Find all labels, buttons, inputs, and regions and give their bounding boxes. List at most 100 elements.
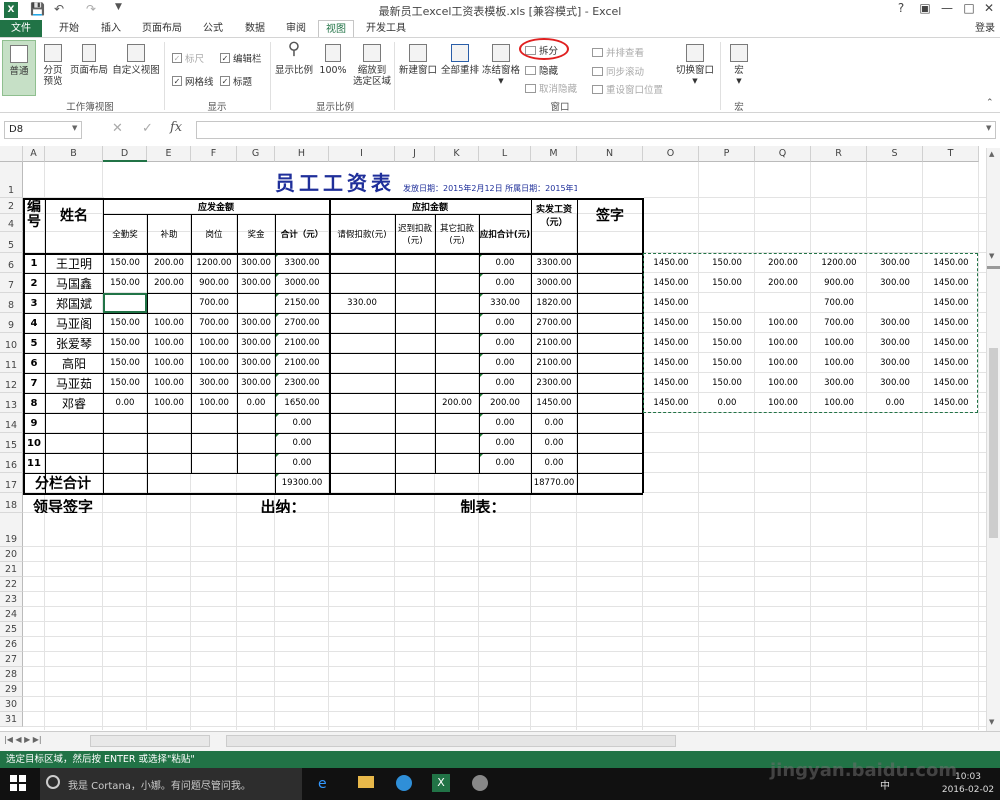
row-header-12[interactable]: 12 <box>0 373 23 393</box>
macros-button[interactable]: 宏 ▼ <box>726 44 752 87</box>
zoom-100-button[interactable]: 100% <box>318 44 348 76</box>
enter-icon[interactable]: ✓ <box>142 121 153 136</box>
select-all-corner[interactable] <box>0 146 23 162</box>
page-break-button[interactable]: 分页 预览 <box>40 44 66 87</box>
amount-cell[interactable] <box>395 453 435 473</box>
row-header-20[interactable]: 20 <box>0 547 23 562</box>
amount-cell[interactable] <box>435 253 479 273</box>
split-bar[interactable] <box>987 266 1000 269</box>
amount-cell[interactable] <box>435 293 479 313</box>
amount-cell[interactable] <box>237 293 275 313</box>
column-header-T[interactable]: T <box>923 146 979 162</box>
tab-view[interactable]: 视图 <box>318 20 354 38</box>
amount-cell[interactable]: 700.00 <box>191 313 237 333</box>
amount-cell[interactable] <box>237 453 275 473</box>
zoom-button[interactable]: ⚲ 显示比例 <box>274 41 314 77</box>
row-header-17[interactable]: 17 <box>0 473 23 493</box>
row-header-1[interactable]: 1 <box>0 162 23 198</box>
employee-name-cell[interactable]: 张爱琴 <box>45 333 103 353</box>
amount-cell[interactable] <box>147 453 191 473</box>
amount-cell[interactable]: 0.00 <box>479 433 531 453</box>
row-number-cell[interactable]: 9 <box>23 413 45 433</box>
row-number-cell[interactable]: 2 <box>23 273 45 293</box>
row-header-22[interactable]: 22 <box>0 577 23 592</box>
amount-cell[interactable]: 0.00 <box>237 393 275 413</box>
headings-checkbox[interactable]: ✓ 标题 <box>220 74 252 88</box>
amount-cell[interactable] <box>395 253 435 273</box>
employee-name-cell[interactable]: 马亚阁 <box>45 313 103 333</box>
amount-cell[interactable]: 3300.00 <box>531 253 577 273</box>
amount-cell[interactable] <box>147 413 191 433</box>
amount-cell[interactable]: 150.00 <box>103 353 147 373</box>
sheet-tabs[interactable] <box>90 735 210 747</box>
amount-cell[interactable]: 0.00 <box>275 433 329 453</box>
row-header-14[interactable]: 14 <box>0 413 23 433</box>
first-sheet-icon[interactable]: |◀ ◀ ▶ ▶| <box>4 735 42 744</box>
amount-cell[interactable] <box>435 313 479 333</box>
row-number-cell[interactable]: 6 <box>23 353 45 373</box>
amount-cell[interactable] <box>329 273 395 293</box>
row-header-27[interactable]: 27 <box>0 652 23 667</box>
row-number-cell[interactable]: 5 <box>23 333 45 353</box>
amount-cell[interactable] <box>329 393 395 413</box>
column-header-S[interactable]: S <box>867 146 923 162</box>
row-header-15[interactable]: 15 <box>0 433 23 453</box>
amount-cell[interactable] <box>237 433 275 453</box>
help-button[interactable]: ? <box>888 1 914 19</box>
windows-start-icon[interactable] <box>10 775 26 791</box>
amount-cell[interactable]: 0.00 <box>479 373 531 393</box>
column-header-I[interactable]: I <box>329 146 395 162</box>
amount-cell[interactable]: 100.00 <box>147 333 191 353</box>
amount-cell[interactable] <box>395 313 435 333</box>
amount-cell[interactable]: 100.00 <box>191 333 237 353</box>
arrange-all-button[interactable]: 全部重排 <box>440 44 480 76</box>
browser-icon[interactable] <box>396 775 412 791</box>
amount-cell[interactable]: 150.00 <box>103 333 147 353</box>
vertical-scrollbar[interactable]: ▲ ▼ ▼ <box>986 148 1000 732</box>
amount-cell[interactable] <box>191 413 237 433</box>
zoom-to-selection-button[interactable]: 缩放到 选定区域 <box>352 44 392 87</box>
name-box-dropdown-icon[interactable]: ▼ <box>72 124 77 132</box>
tab-formulas[interactable]: 公式 <box>194 20 232 38</box>
amount-cell[interactable]: 300.00 <box>237 353 275 373</box>
row-number-cell[interactable]: 11 <box>23 453 45 473</box>
row-number-cell[interactable]: 3 <box>23 293 45 313</box>
collapse-ribbon-icon[interactable]: ⌃ <box>986 98 994 108</box>
row-header-26[interactable]: 26 <box>0 637 23 652</box>
amount-cell[interactable]: 200.00 <box>147 253 191 273</box>
amount-cell[interactable]: 100.00 <box>147 393 191 413</box>
amount-cell[interactable]: 2100.00 <box>275 333 329 353</box>
amount-cell[interactable] <box>435 273 479 293</box>
column-header-J[interactable]: J <box>395 146 435 162</box>
employee-name-cell[interactable]: 马国鑫 <box>45 273 103 293</box>
amount-cell[interactable]: 330.00 <box>329 293 395 313</box>
amount-cell[interactable]: 200.00 <box>435 393 479 413</box>
row-header-8[interactable]: 8 <box>0 293 23 313</box>
row-header-6[interactable]: 6 <box>0 253 23 273</box>
tab-page-layout[interactable]: 页面布局 <box>136 20 188 38</box>
amount-cell[interactable]: 1820.00 <box>531 293 577 313</box>
amount-cell[interactable] <box>435 433 479 453</box>
side-by-side-button[interactable]: 并排查看 <box>592 45 644 59</box>
amount-cell[interactable]: 3000.00 <box>275 273 329 293</box>
amount-cell[interactable] <box>191 433 237 453</box>
amount-cell[interactable] <box>395 433 435 453</box>
scroll-thumb[interactable] <box>989 348 998 538</box>
amount-cell[interactable] <box>395 353 435 373</box>
amount-cell[interactable]: 1450.00 <box>531 393 577 413</box>
amount-cell[interactable] <box>103 413 147 433</box>
amount-cell[interactable]: 100.00 <box>147 313 191 333</box>
hide-button[interactable]: 隐藏 <box>525 63 558 77</box>
amount-cell[interactable]: 3000.00 <box>531 273 577 293</box>
amount-cell[interactable]: 0.00 <box>531 413 577 433</box>
amount-cell[interactable] <box>435 353 479 373</box>
ruler-checkbox[interactable]: ✓ 标尺 <box>172 51 204 65</box>
amount-cell[interactable]: 100.00 <box>147 373 191 393</box>
amount-cell[interactable] <box>435 413 479 433</box>
amount-cell[interactable]: 150.00 <box>103 313 147 333</box>
close-icon[interactable]: ✕ <box>976 1 1000 19</box>
amount-cell[interactable] <box>395 333 435 353</box>
amount-cell[interactable] <box>191 453 237 473</box>
amount-cell[interactable]: 1200.00 <box>191 253 237 273</box>
column-header-O[interactable]: O <box>643 146 699 162</box>
